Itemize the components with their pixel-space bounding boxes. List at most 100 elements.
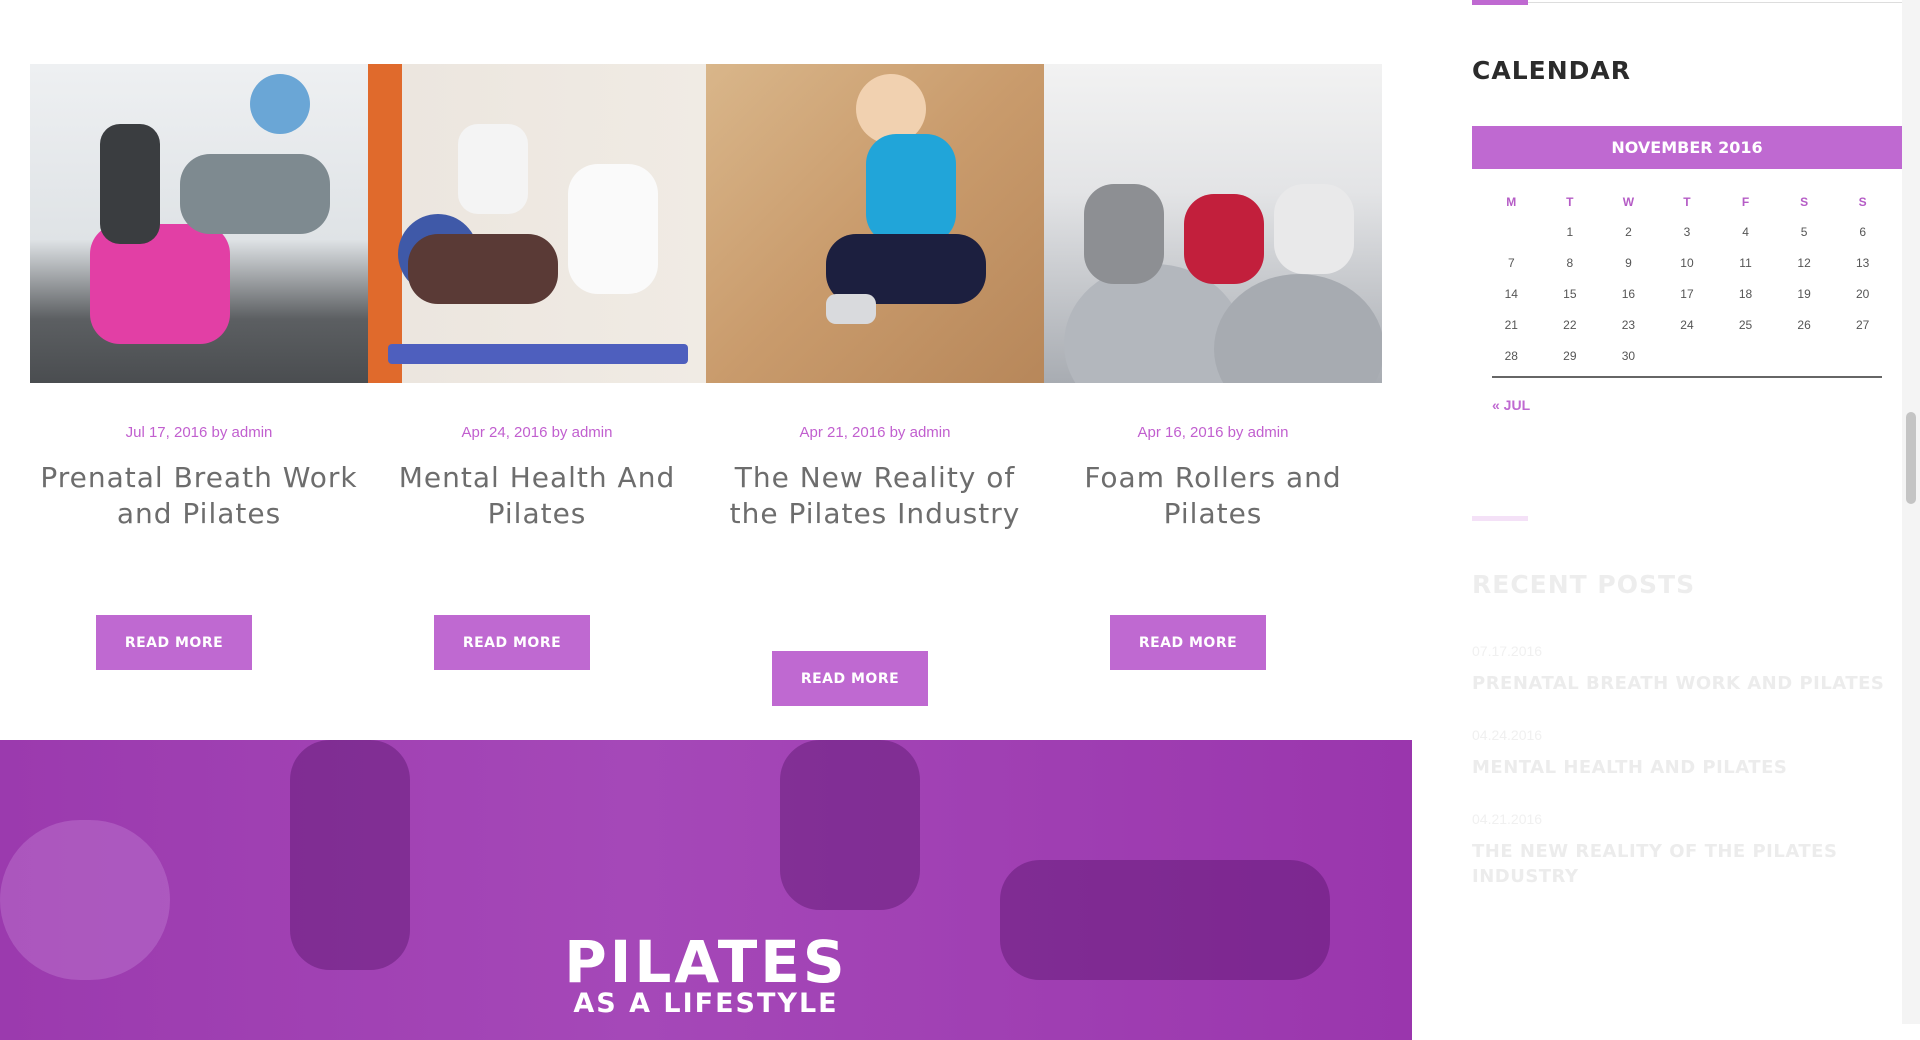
weekday: F <box>1741 195 1750 209</box>
post-card: Apr 16, 2016 by admin Foam Rollers and P… <box>1044 64 1382 670</box>
recent-post-link[interactable]: MENTAL HEALTH AND PILATES <box>1472 755 1892 780</box>
weekday: T <box>1566 195 1574 209</box>
post-title[interactable]: Mental Health And Pilates <box>372 460 702 532</box>
page-scrollbar[interactable] <box>1902 0 1920 1024</box>
day-cell <box>1775 340 1834 371</box>
lifestyle-banner: PILATES AS A LIFESTYLE <box>0 740 1412 1040</box>
week-row: 7 8 9 10 11 12 13 <box>1482 247 1892 278</box>
read-more-button[interactable]: READ MORE <box>772 651 928 706</box>
day-cell: 26 <box>1797 317 1811 332</box>
banner-subheading: AS A LIFESTYLE <box>573 988 839 1019</box>
day-cell: 2 <box>1625 224 1632 239</box>
day-cell: 30 <box>1621 348 1636 363</box>
day-cell: 15 <box>1563 286 1577 301</box>
pilates-class-photo[interactable] <box>30 64 368 383</box>
day-cell: 17 <box>1680 286 1694 301</box>
woman-stretching-photo[interactable] <box>706 64 1044 383</box>
day-cell: 9 <box>1625 255 1632 270</box>
post-meta: Apr 24, 2016 by admin <box>368 424 706 441</box>
post-by: by <box>551 424 568 441</box>
recent-post-date: 04.24.2016 <box>1472 727 1543 743</box>
day-cell: 18 <box>1738 286 1753 301</box>
read-more-button[interactable]: READ MORE <box>1110 615 1266 670</box>
banner-heading: PILATES <box>564 928 848 996</box>
calendar-divider <box>1492 376 1882 378</box>
day-cell: 27 <box>1856 317 1870 332</box>
day-cell: 21 <box>1504 317 1518 332</box>
accent-bar <box>1472 516 1528 521</box>
post-author[interactable]: admin <box>910 424 951 441</box>
weekday: W <box>1622 195 1635 209</box>
divider <box>1472 2 1902 3</box>
day-cell: 11 <box>1739 255 1752 270</box>
day-cell: 22 <box>1563 317 1577 332</box>
day-cell: 20 <box>1856 286 1870 301</box>
scrollbar-thumb[interactable] <box>1906 412 1916 504</box>
accent-bar <box>1472 0 1528 5</box>
post-date: Apr 21, 2016 <box>799 424 886 441</box>
post-card: Apr 21, 2016 by admin The New Reality of… <box>706 64 1044 706</box>
day-cell: 29 <box>1563 348 1577 363</box>
post-card: Jul 17, 2016 by admin Prenatal Breath Wo… <box>30 64 368 670</box>
recent-post-link[interactable]: THE NEW REALITY OF THE PILATES INDUSTRY <box>1472 839 1892 889</box>
day-cell: 14 <box>1504 286 1518 301</box>
day-cell <box>1658 340 1717 371</box>
day-cell: 7 <box>1507 255 1515 270</box>
calendar-prev-link[interactable]: « JUL <box>1492 397 1530 413</box>
weekday: T <box>1683 195 1691 209</box>
week-row: 1 2 3 4 5 6 <box>1482 216 1892 247</box>
post-date: Jul 17, 2016 <box>125 424 208 441</box>
weekday-row: M T W T F S S <box>1482 188 1892 216</box>
post-by: by <box>889 424 906 441</box>
week-row: 14 15 16 17 18 19 20 <box>1482 278 1892 309</box>
day-cell: 8 <box>1566 255 1574 270</box>
post-meta: Apr 16, 2016 by admin <box>1044 424 1382 441</box>
exercise-ball-group-photo[interactable] <box>1044 64 1382 383</box>
day-cell: 25 <box>1738 317 1753 332</box>
post-author[interactable]: admin <box>232 424 273 441</box>
day-cell: 1 <box>1566 224 1574 239</box>
calendar-title: CALENDAR <box>1472 56 1631 85</box>
day-cell: 16 <box>1621 286 1636 301</box>
post-date: Apr 24, 2016 <box>461 424 548 441</box>
yoga-stretch-photo[interactable] <box>368 64 706 383</box>
day-cell: 6 <box>1859 224 1867 239</box>
post-card: Apr 24, 2016 by admin Mental Health And … <box>368 64 706 670</box>
day-cell: 10 <box>1680 255 1694 270</box>
read-more-button[interactable]: READ MORE <box>96 615 252 670</box>
weekday: S <box>1858 195 1867 209</box>
day-cell: 5 <box>1800 224 1808 239</box>
post-meta: Apr 21, 2016 by admin <box>706 424 1044 441</box>
week-row: 21 22 23 24 25 26 27 <box>1482 309 1892 340</box>
post-title[interactable]: The New Reality of the Pilates Industry <box>710 460 1040 532</box>
post-author[interactable]: admin <box>572 424 613 441</box>
weekday: S <box>1800 195 1809 209</box>
day-cell: 28 <box>1504 348 1518 363</box>
day-cell: 3 <box>1683 224 1691 239</box>
blog-grid: Jul 17, 2016 by admin Prenatal Breath Wo… <box>30 64 1382 706</box>
read-more-button[interactable]: READ MORE <box>434 615 590 670</box>
day-cell: 13 <box>1856 255 1870 270</box>
post-title[interactable]: Prenatal Breath Work and Pilates <box>34 460 364 532</box>
day-cell <box>1833 340 1892 371</box>
post-meta: Jul 17, 2016 by admin <box>30 424 368 441</box>
recent-post-link[interactable]: PRENATAL BREATH WORK AND PILATES <box>1472 671 1892 696</box>
banner-figure <box>780 740 920 910</box>
week-row: 28 29 30 <box>1482 340 1892 371</box>
day-cell <box>1716 340 1775 371</box>
calendar-table: M T W T F S S 1 2 3 4 5 6 7 8 9 10 11 12… <box>1482 188 1892 371</box>
weekday: M <box>1506 195 1517 209</box>
post-author[interactable]: admin <box>1248 424 1289 441</box>
day-cell: 23 <box>1621 317 1636 332</box>
recent-post-date: 07.17.2016 <box>1472 643 1543 659</box>
calendar-month: NOVEMBER 2016 <box>1472 126 1902 169</box>
day-cell: 4 <box>1742 224 1749 239</box>
day-cell: 24 <box>1680 317 1694 332</box>
post-by: by <box>1227 424 1244 441</box>
sidebar: CALENDAR NOVEMBER 2016 M T W T F S S 1 2… <box>1472 0 1902 1024</box>
day-cell: 12 <box>1797 255 1811 270</box>
post-title[interactable]: Foam Rollers and Pilates <box>1048 460 1378 532</box>
day-cell <box>1482 216 1541 247</box>
recent-post-date: 04.21.2016 <box>1472 811 1543 827</box>
recent-posts-title: RECENT POSTS <box>1472 570 1696 599</box>
